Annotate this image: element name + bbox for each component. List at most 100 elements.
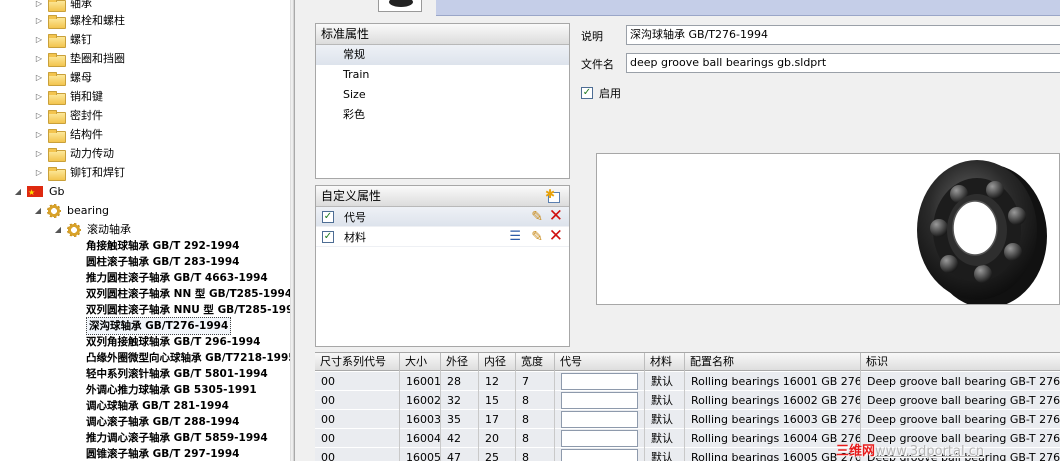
tree-item-label: 凸缘外圈微型向心球轴承 GB/T7218-1995 [86,352,290,364]
tree-item[interactable]: ▷ 螺栓和螺柱 [34,11,125,30]
tree-item[interactable]: ▷ 密封件 [34,106,103,125]
tree-item[interactable]: 推力圆柱滚子轴承 GB/T 4663-1994 [86,270,268,286]
standard-property-item[interactable]: Train [316,65,569,85]
column-header[interactable]: 材料 [645,353,685,371]
code-input[interactable] [561,430,638,447]
table-cell: 默认 [651,394,673,407]
tree-item[interactable]: 双列圆柱滚子轴承 NN 型 GB/T285-1994 [86,286,290,302]
tree-item[interactable]: ▷ 动力传动 [34,144,114,163]
tree-item[interactable]: 轻中系列滚针轴承 GB/T 5801-1994 [86,366,268,382]
edit-pencil-icon[interactable]: ✎ [531,210,543,224]
code-input[interactable] [561,392,638,409]
gear-icon [67,222,81,237]
code-input[interactable] [561,449,638,461]
table-row[interactable]: 00 16003 35 17 8 默认 Rolling bearings 16003 GB … [315,410,1060,429]
column-header[interactable]: 外径 [441,353,479,371]
expand-toggle-icon[interactable]: ▷ [34,30,44,49]
tree-item-label: 双列圆柱滚子轴承 NNU 型 GB/T285-1994 [86,304,290,316]
table-cell: Rolling bearings 16004 GB 276-94 [691,432,861,445]
table-cell: 15 [485,394,499,407]
standard-property-item[interactable]: 彩色 [316,105,569,125]
column-header[interactable]: 代号 [555,353,645,371]
column-header[interactable]: 标识 [861,353,1060,371]
filename-field[interactable]: deep groove ball bearings gb.sldprt [626,53,1060,73]
tree-item[interactable]: ▷ 结构件 [34,125,103,144]
expand-toggle-icon[interactable]: ▷ [34,68,44,87]
column-header[interactable]: 配置名称 [685,353,861,371]
folder-icon [48,128,66,143]
edit-pencil-icon[interactable]: ✎ [531,230,543,244]
expand-toggle-icon[interactable]: ▷ [34,106,44,125]
tree-item[interactable]: ◢ 滚动轴承 [53,220,131,239]
tree-item[interactable]: 深沟球轴承 GB/T276-1994 [86,317,232,335]
table-cell: 8 [522,451,529,461]
expand-toggle-icon[interactable]: ◢ [33,201,43,220]
table-cell: 7 [522,375,529,388]
custom-properties-panel: 自定义属性 ✱ ✓ 代号 ✎ ✕ ✓ 材料 ☰ ✎ ✕ [315,185,570,347]
enable-checkbox[interactable]: ✓ [581,87,593,99]
property-checkbox[interactable]: ✓ [322,210,334,223]
table-row[interactable]: 00 16002 32 15 8 默认 Rolling bearings 16002 GB … [315,391,1060,410]
column-header[interactable]: 尺寸系列代号 [315,353,400,371]
list-values-icon[interactable]: ☰ [509,230,521,244]
tree-item[interactable]: ▷ 螺钉 [34,30,92,49]
folder-icon [48,166,66,181]
standard-property-item[interactable]: Size [316,85,569,105]
tree-item[interactable]: ◢ Gb [13,182,65,202]
custom-property-row[interactable]: ✓ 代号 ✎ ✕ [316,207,569,227]
expand-toggle-icon[interactable]: ▷ [34,125,44,144]
folder-icon [48,14,66,29]
column-header[interactable]: 内径 [479,353,516,371]
toolbox-tree[interactable]: ▷ 轴承 ▷ 螺栓和螺柱 ▷ 螺钉 ▷ 垫圈和挡圈 ▷ 螺母 ▷ 销和键 ▷ 密封件 ▷ 结构件 ▷ 动力传动 ▷ 铆… [0,0,290,461]
tree-item[interactable]: 推力调心滚子轴承 GB/T 5859-1994 [86,430,268,446]
standard-property-item[interactable]: 常规 [316,45,569,65]
standard-properties-panel: 标准属性 常规 Train Size 彩色 [315,23,570,179]
add-property-icon[interactable]: ✱ [545,187,563,204]
table-cell: 16001 [406,375,441,388]
custom-property-row[interactable]: ✓ 材料 ☰ ✎ ✕ [316,227,569,247]
expand-toggle-icon[interactable]: ◢ [53,220,63,239]
tree-item[interactable]: 双列角接触球轴承 GB/T 296-1994 [86,334,260,350]
tree-item[interactable]: ▷ 销和键 [34,87,103,106]
tree-item[interactable]: ▷ 铆钉和焊钉 [34,163,125,182]
description-label: 说明 [581,30,603,43]
delete-icon[interactable]: ✕ [549,208,563,225]
tree-item-label: 推力调心滚子轴承 GB/T 5859-1994 [86,432,268,444]
tree-item[interactable]: 凸缘外圈微型向心球轴承 GB/T7218-1995 [86,350,290,366]
tree-item[interactable]: 双列圆柱滚子轴承 NNU 型 GB/T285-1994 [86,302,290,318]
expand-toggle-icon[interactable]: ▷ [34,163,44,182]
column-divider [399,371,400,461]
delete-icon[interactable]: ✕ [549,228,563,245]
tree-item[interactable]: ▷ 垫圈和挡圈 [34,49,125,68]
table-row[interactable]: 00 16001 28 12 7 默认 Rolling bearings 16001 GB … [315,372,1060,391]
tree-item[interactable]: 圆柱滚子轴承 GB/T 283-1994 [86,254,239,270]
column-header[interactable]: 宽度 [516,353,555,371]
tree-item[interactable]: 调心滚子轴承 GB/T 288-1994 [86,414,239,430]
tree-item[interactable]: 角接触球轴承 GB/T 292-1994 [86,238,239,254]
table-cell: 默认 [651,432,673,445]
folder-icon [48,0,66,12]
expand-toggle-icon[interactable]: ▷ [34,144,44,163]
tree-item-label: 螺钉 [70,33,92,46]
tree-item[interactable]: ▷ 螺母 [34,68,92,87]
tree-item-label: 垫圈和挡圈 [70,52,125,65]
tree-item[interactable]: 外调心推力球轴承 GB 5305-1991 [86,382,257,398]
expand-toggle-icon[interactable]: ▷ [34,11,44,30]
code-input[interactable] [561,373,638,390]
description-field[interactable]: 深沟球轴承 GB/T276-1994 [626,25,1060,45]
expand-toggle-icon[interactable]: ◢ [13,182,23,201]
tree-item-label: 螺栓和螺柱 [70,14,125,27]
table-cell: 8 [522,413,529,426]
folder-icon [48,33,66,48]
code-input[interactable] [561,411,638,428]
tree-item[interactable]: 调心球轴承 GB/T 281-1994 [86,398,229,414]
expand-toggle-icon[interactable]: ▷ [34,49,44,68]
tree-item-label: 结构件 [70,128,103,141]
tree-item[interactable]: ◢ bearing [33,201,109,220]
custom-property-label: 材料 [344,230,366,244]
expand-toggle-icon[interactable]: ▷ [34,87,44,106]
table-cell: 00 [321,432,335,445]
column-header[interactable]: 大小 [400,353,441,371]
tree-item[interactable]: 圆锥滚子轴承 GB/T 297-1994 [86,446,239,461]
property-checkbox[interactable]: ✓ [322,230,334,243]
